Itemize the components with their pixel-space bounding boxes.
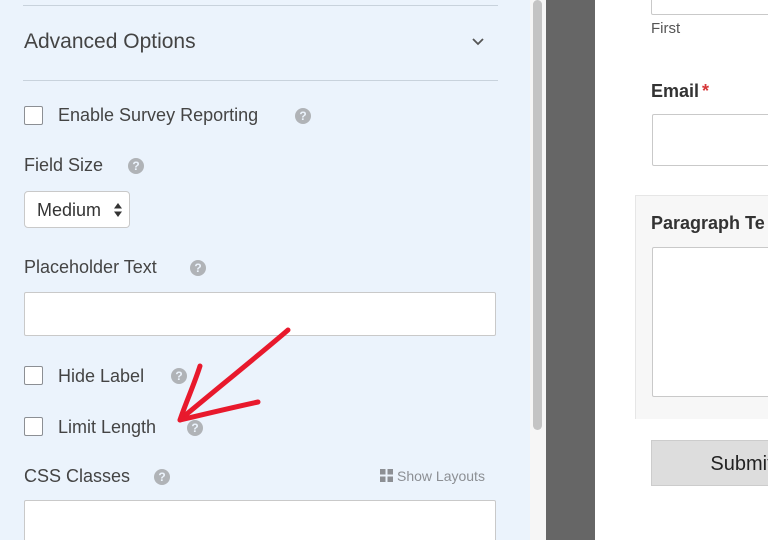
field-size-value: Medium [37,200,102,220]
question-circle-icon[interactable]: ? [295,108,311,124]
advanced-options-title[interactable]: Advanced Options [24,30,196,54]
show-layouts-label: Show Layouts [397,468,485,484]
email-label: Email * [651,81,709,102]
email-input[interactable] [652,114,768,166]
hide-label-label: Hide Label [58,366,145,386]
divider-section [23,80,498,81]
question-circle-icon[interactable]: ? [154,469,170,485]
screen: Advanced Options Enable Survey Reporting… [0,0,768,540]
field-size-select[interactable]: Medium [24,191,130,228]
limit-length-label: Limit Length [58,417,157,437]
chevron-down-icon[interactable] [470,34,486,50]
question-circle-icon[interactable]: ? [190,260,206,276]
submit-button[interactable]: Submit [651,440,768,486]
hide-label-checkbox[interactable] [24,366,43,385]
form-preview: First Email * Paragraph Te Submit [595,0,768,540]
paragraph-label: Paragraph Te [651,213,765,233]
email-label-text: Email [651,81,700,101]
field-size-label: Field Size [24,155,104,175]
enable-survey-reporting-checkbox[interactable] [24,106,43,125]
grid-icon [380,469,393,482]
field-options-panel: Advanced Options Enable Survey Reporting… [0,0,530,540]
name-first-sublabel: First [651,20,681,37]
question-circle-icon[interactable]: ? [171,368,187,384]
placeholder-text-input[interactable] [24,292,496,336]
css-classes-label: CSS Classes [24,466,131,486]
show-layouts-link[interactable]: Show Layouts [380,468,485,484]
panel-gutter [546,0,595,540]
question-circle-icon[interactable]: ? [128,158,144,174]
placeholder-text-label: Placeholder Text [24,257,157,277]
enable-survey-reporting-label: Enable Survey Reporting [58,105,259,125]
question-circle-icon[interactable]: ? [187,420,203,436]
required-marker: * [702,81,710,101]
css-classes-input[interactable] [24,500,496,540]
paragraph-textarea[interactable] [652,247,768,397]
up-down-arrows-icon [114,203,122,217]
panel-scrollbar-thumb[interactable] [533,0,542,430]
divider-top [23,5,498,6]
name-first-input[interactable] [651,0,768,15]
limit-length-checkbox[interactable] [24,417,43,436]
